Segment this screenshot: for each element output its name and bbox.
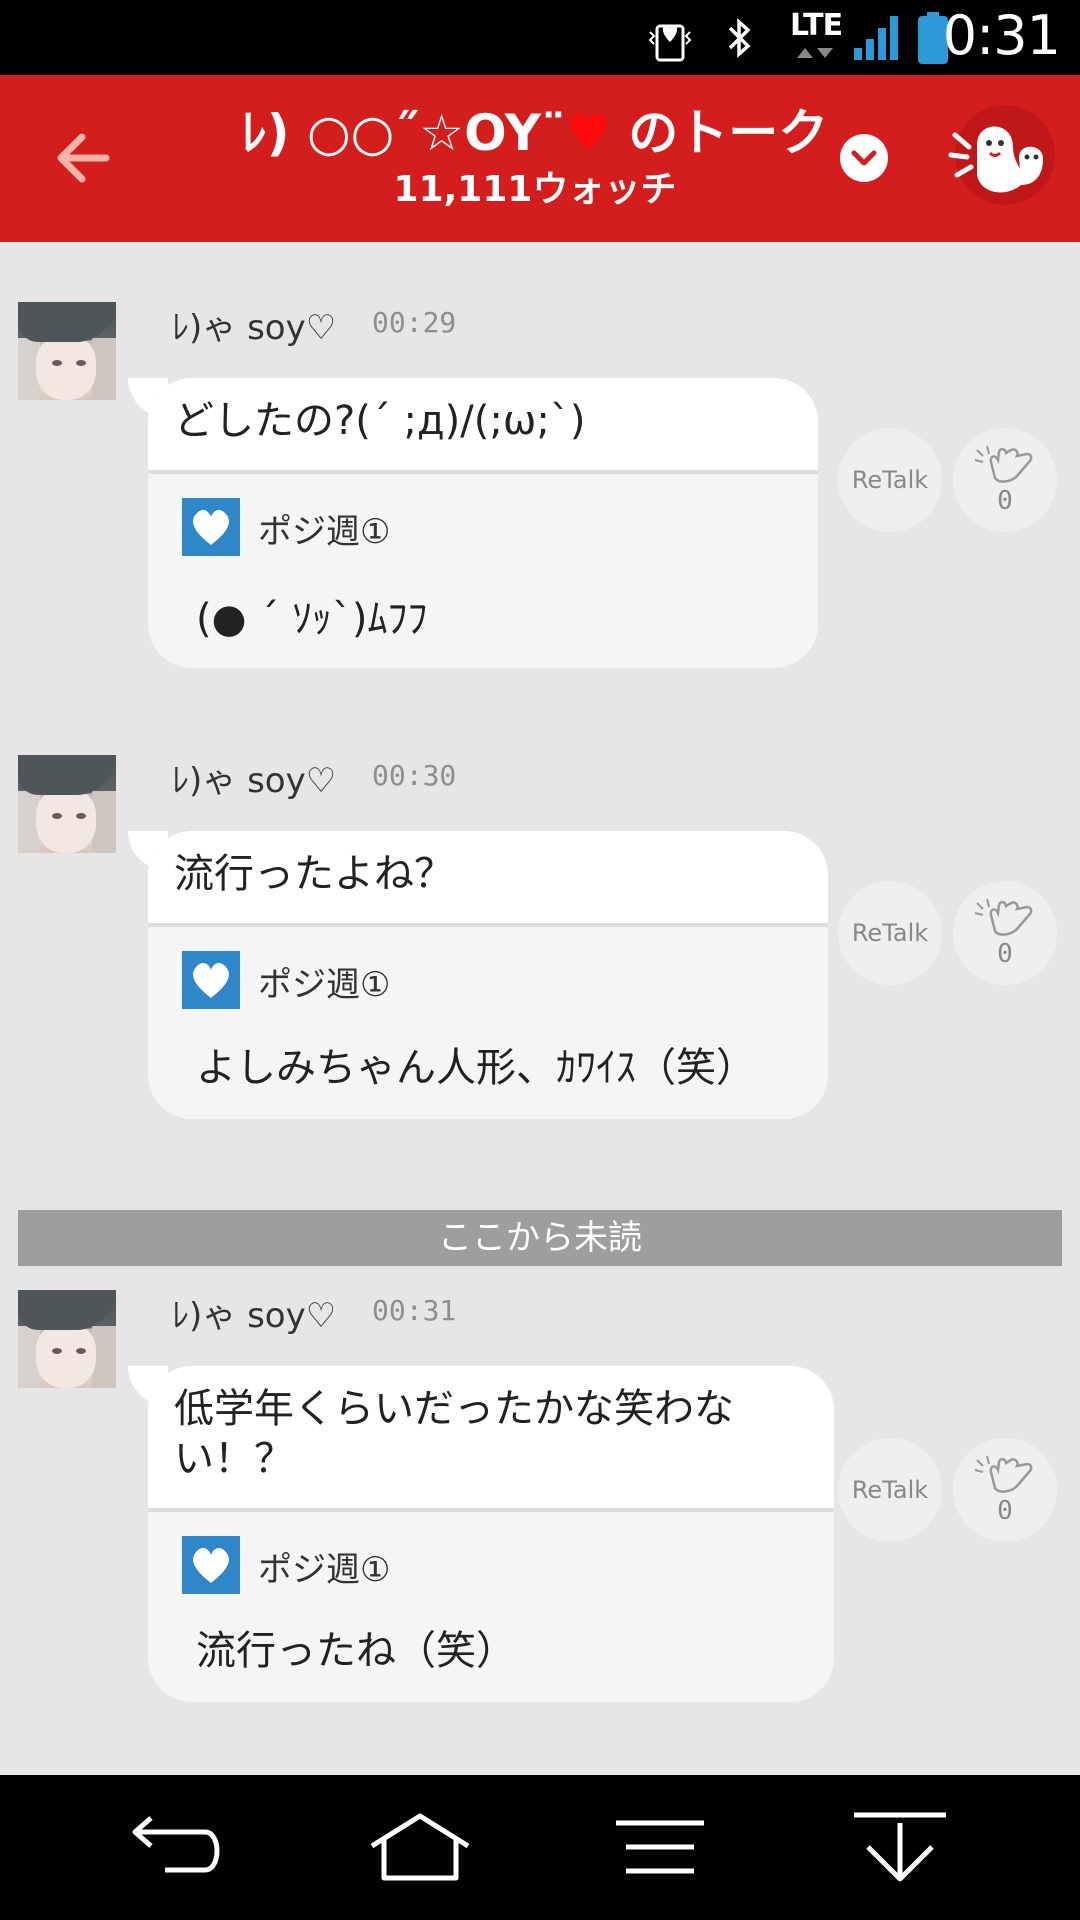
- quote-author: ポジ週①: [258, 965, 391, 1005]
- avatar[interactable]: [18, 755, 116, 853]
- clap-count: 0: [997, 486, 1013, 516]
- clap-count: 0: [997, 939, 1013, 969]
- retalk-label: ReTalk: [851, 1476, 929, 1504]
- chevron-down-icon: [851, 150, 877, 166]
- mascot-icon: [948, 126, 1043, 193]
- signal-icon: [850, 10, 904, 66]
- clap-button[interactable]: 0: [953, 428, 1057, 532]
- title-prefix: ﾚ) ○○˝☆OY¨: [241, 104, 567, 162]
- sender-name[interactable]: ﾚ)ゃ soy♡: [172, 1288, 336, 1337]
- sender-name[interactable]: ﾚ)ゃ soy♡: [172, 300, 336, 349]
- watch-count: 11,111ウォッチ: [393, 169, 677, 210]
- unread-divider: ここから未読: [18, 1210, 1062, 1266]
- mascot-button[interactable]: [948, 105, 1055, 205]
- message-time: 00:31: [372, 1294, 457, 1327]
- lte-arrows-icon: [792, 42, 838, 64]
- message-text: 流行ったよね？: [148, 831, 828, 927]
- heart-cloud-icon: [182, 1536, 240, 1594]
- dropdown-button[interactable]: [840, 134, 888, 182]
- clap-button[interactable]: 0: [953, 881, 1057, 985]
- avatar[interactable]: [18, 302, 116, 400]
- clap-icon: [974, 1455, 1033, 1493]
- quote-text: よしみちゃん人形、ｶﾜｲｽ（笑）: [196, 1045, 756, 1091]
- message-time: 00:30: [372, 759, 457, 792]
- clap-icon: [974, 445, 1033, 483]
- title-heart: ♥: [566, 104, 611, 162]
- retalk-button[interactable]: ReTalk: [838, 881, 942, 985]
- status-bar: LTE 0:31: [0, 0, 1080, 75]
- nav-scroll-down-button[interactable]: [845, 1805, 955, 1889]
- message-item: ﾚ)ゃ soy♡ 00:29 どしたの?(´ ;д)/(;ω;`) ポジ週① (…: [0, 300, 1080, 680]
- message-bubble[interactable]: 流行ったよね？ ポジ週① よしみちゃん人形、ｶﾜｲｽ（笑）: [148, 831, 828, 1119]
- quote-text: (● ´ ｿｯ`)ﾑﾌﾌ: [196, 596, 428, 642]
- heart-cloud-icon: [182, 498, 240, 556]
- nav-menu-button[interactable]: [605, 1805, 715, 1889]
- vibrate-heart-icon: [645, 10, 695, 66]
- avatar[interactable]: [18, 1290, 116, 1388]
- quoted-message[interactable]: ポジ週① (● ´ ｿｯ`)ﾑﾌﾌ: [148, 474, 818, 668]
- message-text: どしたの?(´ ;д)/(;ω;`): [148, 378, 818, 474]
- back-button[interactable]: [50, 123, 120, 193]
- quote-author: ポジ週①: [258, 512, 391, 552]
- retalk-button[interactable]: ReTalk: [838, 1438, 942, 1542]
- nav-back-button[interactable]: [120, 1805, 230, 1889]
- heart-cloud-icon: [182, 951, 240, 1009]
- clap-button[interactable]: 0: [953, 1438, 1057, 1542]
- quote-text: 流行ったね（笑）: [196, 1628, 516, 1674]
- status-clock: 0:31: [942, 4, 1061, 67]
- message-text-line: い！？: [174, 1436, 294, 1482]
- message-bubble[interactable]: どしたの?(´ ;д)/(;ω;`) ポジ週① (● ´ ｿｯ`)ﾑﾌﾌ: [148, 378, 818, 668]
- message-text-line: 低学年くらいだったかな笑わな: [174, 1386, 734, 1432]
- message-item: ﾚ)ゃ soy♡ 00:31 低学年くらいだったかな笑わな い！？ ポジ週① 流…: [0, 1288, 1080, 1708]
- clap-icon: [974, 898, 1033, 936]
- quoted-message[interactable]: ポジ週① よしみちゃん人形、ｶﾜｲｽ（笑）: [148, 927, 828, 1119]
- network-type: LTE: [790, 8, 843, 43]
- back-icon: [132, 1816, 220, 1873]
- clap-count: 0: [997, 1496, 1013, 1526]
- retalk-label: ReTalk: [851, 466, 929, 494]
- bluetooth-icon: [722, 10, 758, 66]
- scroll-down-icon: [854, 1812, 946, 1882]
- arrow-left-icon: [57, 133, 110, 183]
- message-time: 00:29: [372, 306, 457, 339]
- message-item: ﾚ)ゃ soy♡ 00:30 流行ったよね？ ポジ週① よしみちゃん人形、ｶﾜｲ…: [0, 753, 1080, 1133]
- home-icon: [370, 1813, 470, 1881]
- quoted-message[interactable]: ポジ週① 流行ったね（笑）: [148, 1512, 834, 1702]
- retalk-button[interactable]: ReTalk: [838, 428, 942, 532]
- message-bubble[interactable]: 低学年くらいだったかな笑わな い！？ ポジ週① 流行ったね（笑）: [148, 1366, 834, 1702]
- nav-home-button[interactable]: [365, 1805, 475, 1889]
- system-nav-bar: [0, 1775, 1080, 1920]
- retalk-label: ReTalk: [851, 919, 929, 947]
- menu-icon: [616, 1820, 704, 1874]
- app-header: ﾚ) ○○˝☆OY¨♥ のトーク 11,111ウォッチ: [0, 75, 1080, 242]
- title-suffix: のトーク: [610, 104, 829, 162]
- sender-name[interactable]: ﾚ)ゃ soy♡: [172, 753, 336, 802]
- message-text: 低学年くらいだったかな笑わな い！？: [148, 1366, 834, 1512]
- quote-author: ポジ週①: [258, 1550, 391, 1590]
- page-title: ﾚ) ○○˝☆OY¨♥ のトーク: [190, 93, 880, 165]
